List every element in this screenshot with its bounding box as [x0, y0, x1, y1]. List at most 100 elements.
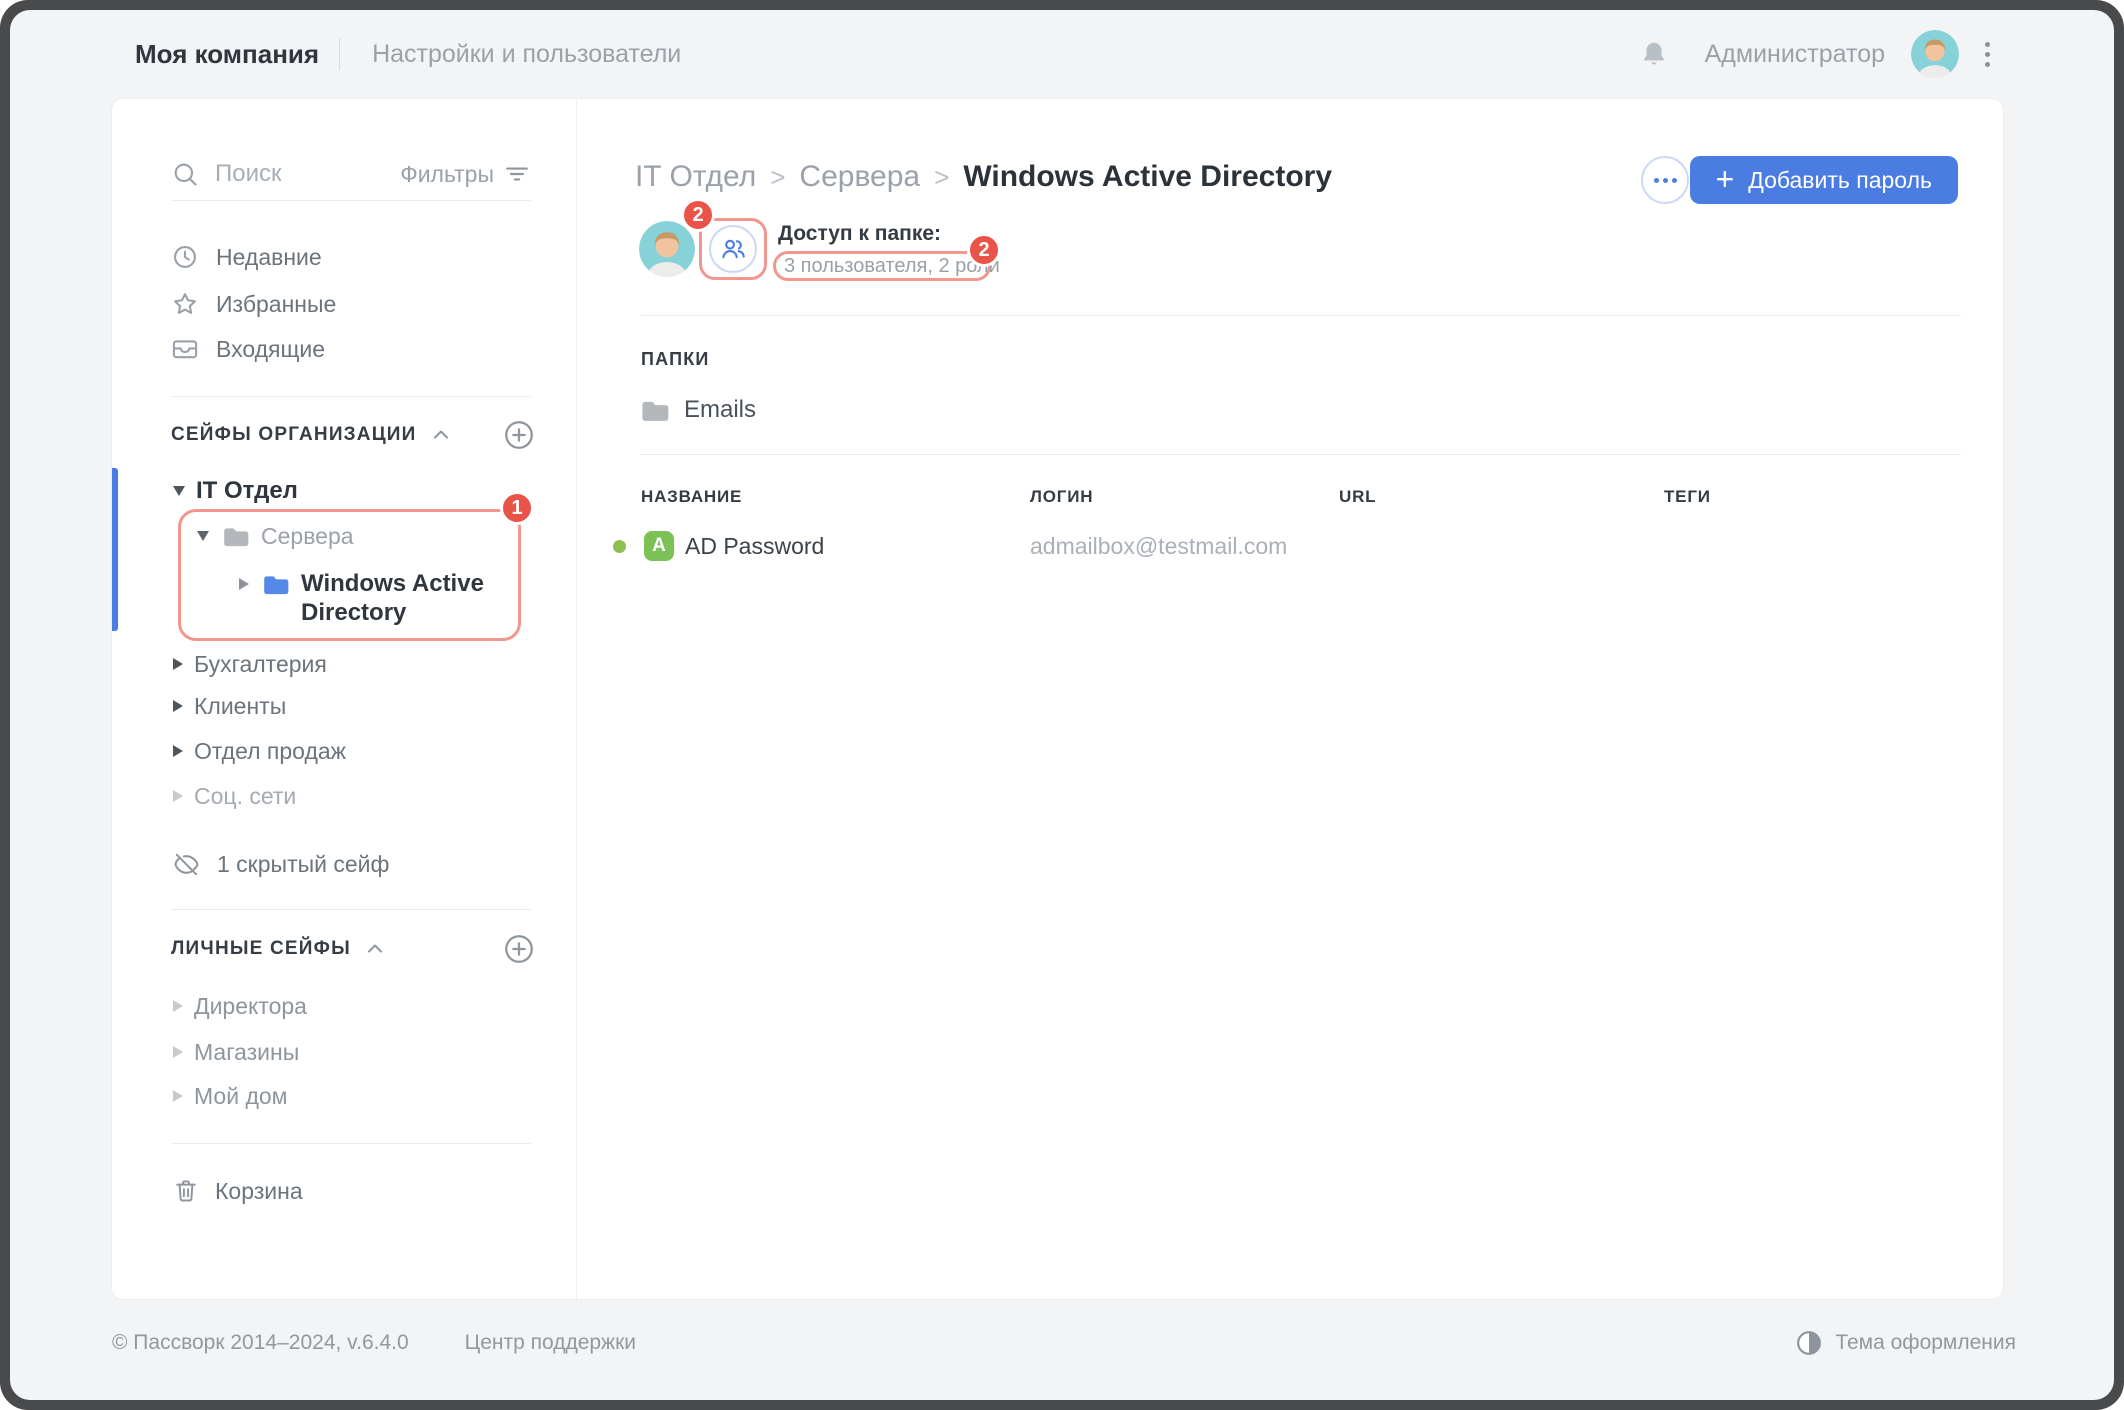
search-box [171, 154, 405, 194]
footer-left: © Пассворк 2014–2024, v.6.4.0 Центр подд… [112, 1328, 636, 1358]
password-login: admailbox@testmail.com [1030, 533, 1287, 560]
vault-label: Магазины [194, 1039, 299, 1066]
access-user-avatar[interactable] [639, 221, 695, 277]
vault-it-department[interactable]: IT Отдел [173, 471, 298, 511]
sidebar-item-favorites[interactable]: Избранные [171, 284, 336, 324]
chevron-up-icon [363, 937, 387, 961]
sidebar: Фильтры Недавние Избранные [112, 99, 577, 1299]
caret-down-icon [197, 531, 209, 541]
folders-section-label: ПАПКИ [641, 349, 710, 370]
vault-label: Директора [194, 993, 307, 1020]
eye-off-icon [172, 850, 201, 879]
divider [171, 1143, 531, 1144]
content-card: Фильтры Недавние Избранные [111, 98, 2004, 1300]
breadcrumb-folder[interactable]: Сервера [799, 160, 920, 194]
sidebar-item-label: Избранные [216, 291, 336, 318]
sidebar-item-label: Недавние [216, 244, 322, 271]
page-title: Windows Active Directory [963, 160, 1332, 194]
personal-vaults-section-header[interactable]: ЛИЧНЫЕ СЕЙФЫ [171, 929, 387, 969]
more-menu-icon[interactable] [1985, 42, 1990, 67]
bell-icon[interactable] [1639, 39, 1669, 69]
vault-label: Отдел продаж [194, 738, 346, 765]
hidden-vaults-item[interactable]: 1 скрытый сейф [172, 844, 389, 884]
folder-icon-active [261, 570, 289, 598]
theme-icon [1796, 1330, 1822, 1356]
copyright-text: © Пассворк 2014–2024, v.6.4.0 [112, 1331, 409, 1355]
sidebar-item-label: Входящие [216, 336, 325, 363]
theme-switcher[interactable]: Тема оформления [1796, 1328, 2016, 1358]
breadcrumb-separator: > [770, 162, 785, 193]
annotation-badge-users: 2 [681, 198, 715, 232]
caret-right-icon [173, 658, 183, 670]
vault-label: Клиенты [194, 693, 286, 720]
vault-shops[interactable]: Магазины [173, 1032, 299, 1072]
folder-label: Windows Active Directory [301, 569, 491, 627]
folder-servers[interactable]: Сервера [197, 516, 354, 556]
folder-windows-active-directory[interactable]: Windows Active Directory [239, 569, 491, 627]
password-letter-icon: A [644, 531, 674, 561]
add-personal-vault-button[interactable] [502, 932, 536, 966]
vault-label: Соц. сети [194, 783, 296, 810]
annotation-box-roles: 3 пользователя, 2 роли [773, 251, 991, 281]
star-icon [171, 290, 199, 318]
caret-right-icon [173, 700, 183, 712]
add-org-vault-button[interactable] [502, 418, 536, 452]
annotation-badge-1: 1 [500, 491, 534, 525]
caret-right-icon [173, 1090, 183, 1102]
caret-right-icon [173, 790, 183, 802]
clock-icon [171, 243, 199, 271]
breadcrumb: IT Отдел > Сервера > Windows Active Dire… [635, 156, 1332, 198]
manage-access-button[interactable] [709, 225, 757, 273]
column-header-login: ЛОГИН [1030, 487, 1093, 507]
support-link[interactable]: Центр поддержки [465, 1331, 636, 1355]
search-input[interactable] [215, 160, 405, 188]
vault-clients[interactable]: Клиенты [173, 686, 286, 726]
access-label: Доступ к папке: [778, 222, 941, 246]
sidebar-item-recent[interactable]: Недавние [171, 237, 322, 277]
caret-right-icon [173, 745, 183, 757]
current-user-name[interactable]: Администратор [1705, 40, 1885, 69]
column-header-name: НАЗВАНИЕ [641, 487, 742, 507]
hidden-vaults-label: 1 скрытый сейф [217, 851, 389, 878]
vault-social[interactable]: Соц. сети [173, 776, 296, 816]
users-icon [719, 235, 747, 263]
vault-sales[interactable]: Отдел продаж [173, 731, 346, 771]
settings-users-link[interactable]: Настройки и пользователи [372, 40, 681, 69]
filter-icon [504, 161, 530, 187]
active-vault-indicator [112, 468, 118, 631]
vault-label: Бухгалтерия [194, 651, 327, 678]
search-icon [171, 160, 199, 188]
access-value[interactable]: 3 пользователя, 2 роли [784, 255, 1000, 278]
sidebar-item-inbox[interactable]: Входящие [171, 329, 325, 369]
trash-item[interactable]: Корзина [172, 1171, 303, 1211]
filters-label: Фильтры [400, 161, 494, 188]
user-avatar[interactable] [1911, 30, 1959, 78]
password-name[interactable]: AD Password [685, 533, 824, 560]
divider [641, 315, 1961, 316]
filters-button[interactable]: Фильтры [400, 154, 530, 194]
section-title: ЛИЧНЫЕ СЕЙФЫ [171, 938, 351, 960]
vault-directors[interactable]: Директора [173, 986, 307, 1026]
header-right: Администратор [1639, 10, 1990, 98]
breadcrumb-separator: > [934, 162, 949, 193]
folder-icon [221, 522, 249, 550]
column-header-url: URL [1339, 487, 1376, 507]
caret-down-icon [173, 486, 185, 496]
breadcrumb-vault[interactable]: IT Отдел [635, 160, 756, 194]
vault-my-home[interactable]: Мой дом [173, 1076, 287, 1116]
company-menu[interactable]: Моя компания [135, 39, 319, 70]
folder-emails[interactable]: Emails [639, 390, 756, 430]
folder-label: Сервера [261, 523, 354, 550]
add-password-button[interactable]: + Добавить пароль [1690, 156, 1958, 204]
trash-icon [172, 1177, 200, 1205]
theme-label: Тема оформления [1835, 1331, 2016, 1355]
app-page: Моя компания Настройки и пользователи Ад… [10, 10, 2114, 1400]
divider [641, 454, 1961, 455]
vault-accounting[interactable]: Бухгалтерия [173, 644, 327, 684]
more-actions-button[interactable] [1641, 156, 1689, 204]
vault-label: Мой дом [194, 1083, 287, 1110]
folder-name: Emails [684, 396, 756, 424]
caret-right-icon [173, 1046, 183, 1058]
org-vaults-section-header[interactable]: СЕЙФЫ ОРГАНИЗАЦИИ [171, 415, 453, 455]
section-title: СЕЙФЫ ОРГАНИЗАЦИИ [171, 424, 417, 446]
